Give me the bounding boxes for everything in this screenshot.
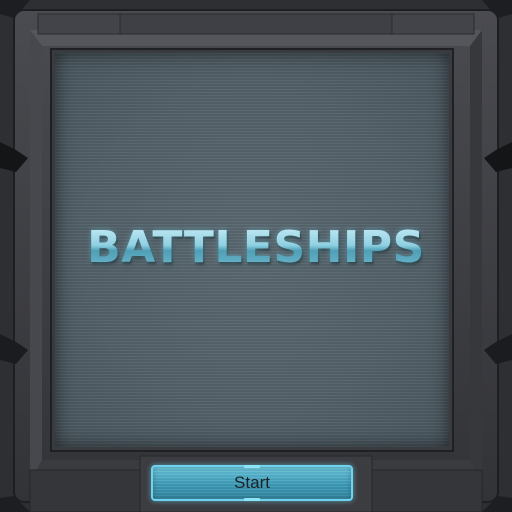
button-notch-top [244, 465, 260, 468]
game-menu-screen: BATTLESHIPS Start [0, 0, 512, 512]
display-panel [52, 50, 452, 450]
button-notch-bottom [244, 498, 260, 501]
start-button-label: Start [234, 473, 270, 492]
start-button[interactable]: Start [151, 465, 353, 501]
